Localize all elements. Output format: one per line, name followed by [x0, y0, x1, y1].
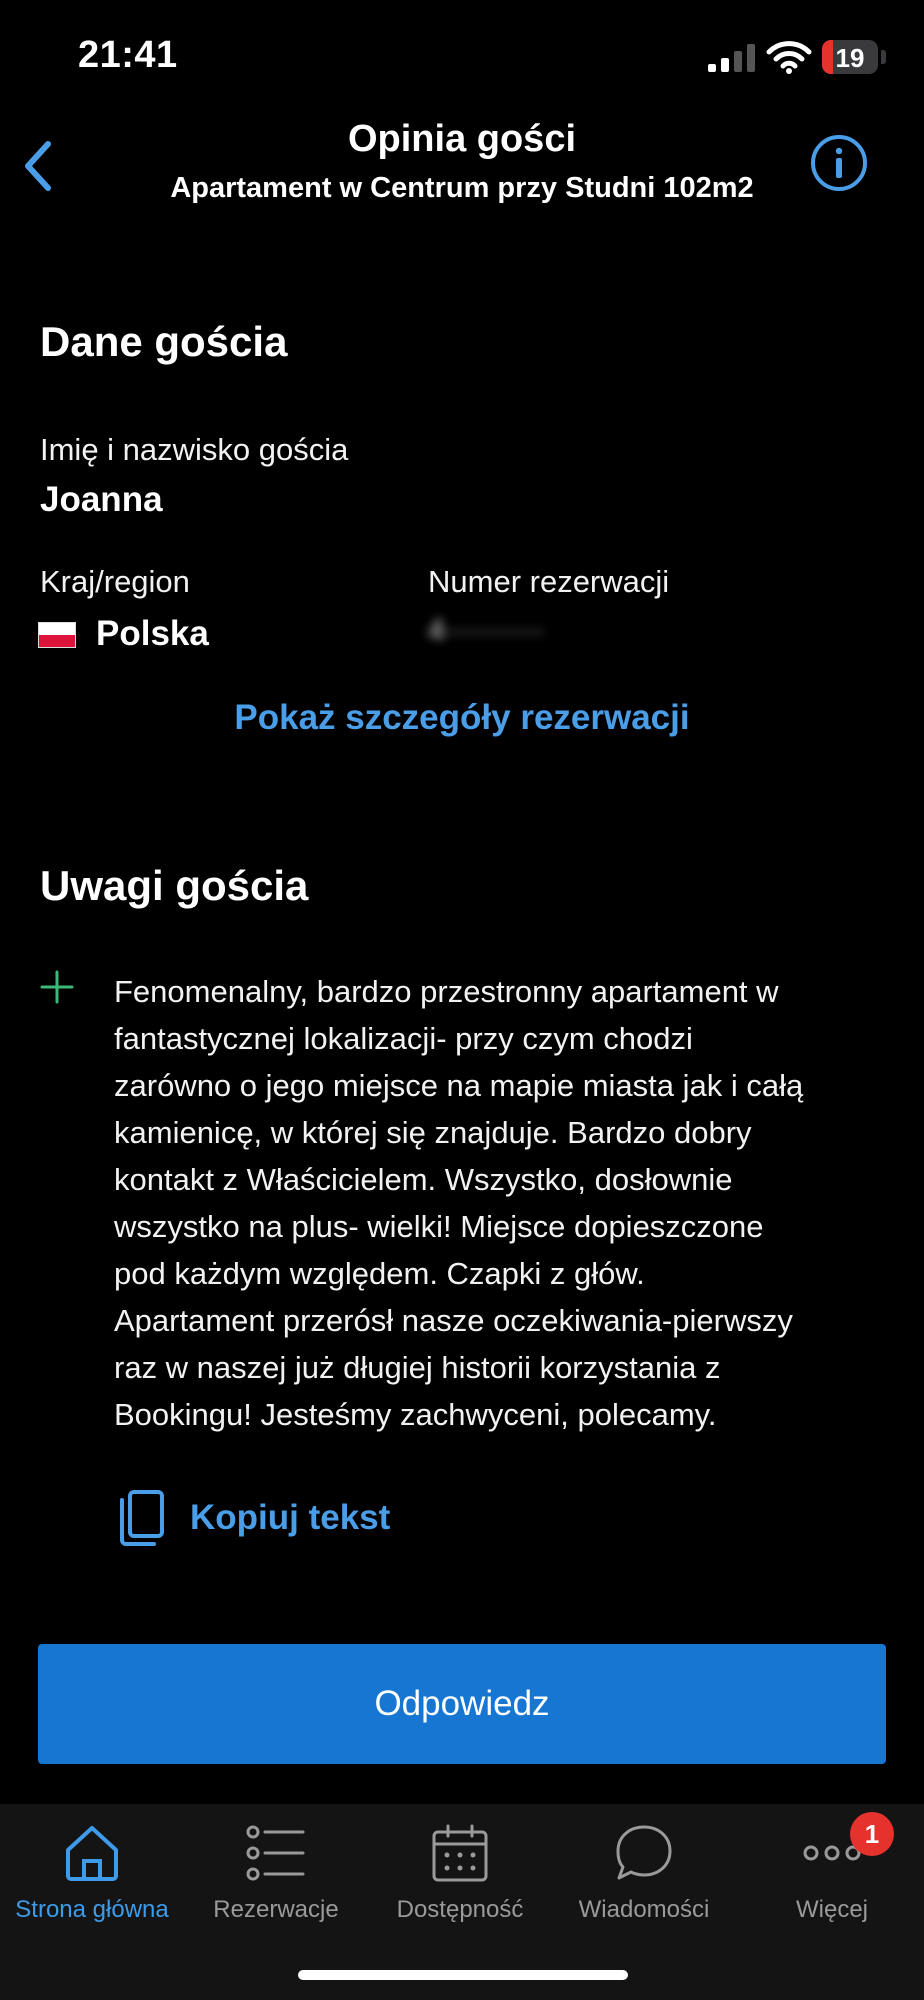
guest-name-value: Joanna [40, 480, 163, 519]
tab-more[interactable]: Więcej [740, 1822, 924, 1924]
tab-availability-label: Dostępność [396, 1896, 524, 1923]
tab-home-label: Strona główna [15, 1896, 169, 1923]
tab-reservations[interactable]: Rezerwacje [184, 1822, 368, 1924]
show-reservation-details-link[interactable]: Pokaż szczegóły rezerwacji [0, 698, 924, 738]
guest-section-title: Dane gościa [40, 318, 288, 365]
calendar-icon [432, 1824, 488, 1882]
tab-more-label: Więcej [795, 1896, 868, 1923]
info-icon[interactable] [810, 134, 868, 192]
plus-icon [40, 970, 74, 1004]
copy-icon [120, 1490, 164, 1546]
chat-bubble-icon [616, 1825, 672, 1880]
copy-text-label: Kopiuj tekst [190, 1498, 391, 1537]
tab-availability[interactable]: Dostępność [368, 1822, 552, 1924]
wifi-icon [766, 41, 812, 74]
copy-text-button[interactable]: Kopiuj tekst [118, 1490, 390, 1546]
reply-button[interactable]: Odpowiedz [38, 1644, 886, 1764]
page-title: Opinia gości [347, 118, 577, 160]
positive-review-text: Fenomenalny, bardzo przestronny apartame… [114, 974, 804, 1432]
battery-icon: 19 [822, 40, 878, 74]
home-icon [66, 1826, 118, 1881]
battery-tip [881, 50, 886, 64]
more-notification-badge: 1 [850, 1812, 894, 1856]
list-icon [246, 1825, 305, 1881]
tab-messages-label: Wiadomości [578, 1896, 710, 1923]
reservation-number-label: Numer rezerwacji [428, 564, 670, 599]
country-value: Polska [96, 614, 209, 653]
tab-messages[interactable]: Wiadomości [552, 1822, 736, 1924]
status-time: 21:41 [78, 34, 178, 76]
battery-level: 19 [835, 43, 865, 73]
home-indicator[interactable] [298, 1970, 628, 1980]
tab-reservations-label: Rezerwacje [213, 1896, 339, 1923]
poland-flag-icon [38, 622, 76, 648]
tab-home[interactable]: Strona główna [0, 1822, 184, 1924]
property-name: Apartament w Centrum przy Studni 102m2 [170, 172, 754, 204]
guest-name-label: Imię i nazwisko gościa [40, 432, 349, 467]
country-label: Kraj/region [40, 564, 190, 599]
cellular-signal-icon [708, 44, 755, 72]
reservation-number-value: 4·········· [428, 614, 545, 647]
review-section-title: Uwagi gościa [40, 862, 309, 909]
